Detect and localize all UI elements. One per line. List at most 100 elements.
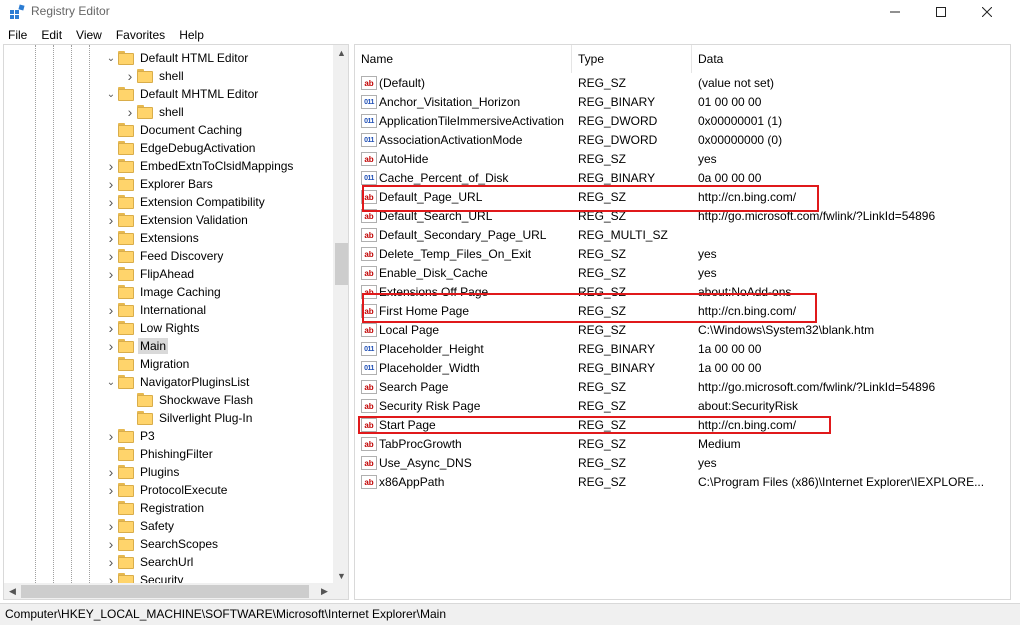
list-row[interactable]: ab Enable_Disk_Cache REG_SZ yes	[355, 263, 1010, 282]
tree-node-label: shell	[159, 69, 184, 83]
status-path: Computer\HKEY_LOCAL_MACHINE\SOFTWARE\Mic…	[5, 607, 447, 621]
list-row[interactable]: ab Search Page REG_SZ http://go.microsoft.c…	[355, 377, 1010, 396]
scroll-thumb[interactable]	[335, 243, 348, 285]
tree-node[interactable]: ⌄ Default HTML Editor	[104, 49, 250, 67]
scroll-right-icon[interactable]: ▶	[316, 583, 333, 599]
value-name: Placeholder_Height	[379, 341, 484, 356]
list-row[interactable]: ab Security Risk Page REG_SZ about:Security…	[355, 396, 1010, 415]
tree-node[interactable]: › Explorer Bars	[104, 175, 215, 193]
tree-node[interactable]: › shell	[123, 67, 186, 85]
scroll-thumb[interactable]	[21, 585, 309, 598]
tree-node[interactable]: › Low Rights	[104, 319, 201, 337]
tree-node[interactable]: Shockwave Flash	[123, 391, 255, 409]
tree-node[interactable]: › Extension Compatibility	[104, 193, 267, 211]
key-tree-pane[interactable]: ⌄ Default HTML Editor › shell ⌄ Default MHTML…	[3, 44, 349, 600]
tree-node[interactable]: Silverlight Plug-In	[123, 409, 254, 427]
chevron-right-icon[interactable]: ›	[104, 535, 118, 553]
tree-node[interactable]: ⌄ Default MHTML Editor	[104, 85, 260, 103]
chevron-down-icon[interactable]: ⌄	[104, 49, 118, 67]
value-data: yes	[698, 455, 717, 470]
chevron-right-icon[interactable]: ›	[104, 463, 118, 481]
values-list-pane[interactable]: Name Type Data ab (Default) REG_SZ (value n…	[354, 44, 1011, 600]
list-row[interactable]: ab Default_Secondary_Page_URL REG_MULTI_SZ	[355, 225, 1010, 244]
tree-node[interactable]: › Feed Discovery	[104, 247, 225, 265]
tree-vertical-scrollbar[interactable]: ▲ ▼	[333, 45, 348, 585]
chevron-right-icon[interactable]: ›	[104, 517, 118, 535]
tree-node[interactable]: › shell	[123, 103, 186, 121]
menu-file[interactable]: File	[0, 26, 34, 44]
chevron-right-icon[interactable]: ›	[104, 337, 118, 355]
tree-node[interactable]: › Extension Validation	[104, 211, 250, 229]
list-row[interactable]: 011 Anchor_Visitation_Horizon REG_BINARY 01…	[355, 92, 1010, 111]
tree-node[interactable]: › SearchUrl	[104, 553, 195, 571]
tree-node[interactable]: › Plugins	[104, 463, 181, 481]
list-row[interactable]: ab x86AppPath REG_SZ C:\Program Files (x86)…	[355, 472, 1010, 491]
minimize-button[interactable]	[872, 0, 918, 24]
list-row[interactable]: ab Delete_Temp_Files_On_Exit REG_SZ yes	[355, 244, 1010, 263]
list-row[interactable]: ab TabProcGrowth REG_SZ Medium	[355, 434, 1010, 453]
list-row[interactable]: 011 AssociationActivationMode REG_DWORD 0x0…	[355, 130, 1010, 149]
list-row[interactable]: ab (Default) REG_SZ (value not set)	[355, 73, 1010, 92]
chevron-right-icon[interactable]: ›	[104, 229, 118, 247]
list-row[interactable]: ab Use_Async_DNS REG_SZ yes	[355, 453, 1010, 472]
chevron-down-icon[interactable]: ⌄	[104, 85, 118, 103]
tree-node[interactable]: › SearchScopes	[104, 535, 220, 553]
value-data: about:SecurityRisk	[698, 398, 799, 413]
tree-horizontal-scrollbar[interactable]: ◀ ▶	[4, 583, 333, 599]
tree-node-label: Default MHTML Editor	[140, 87, 259, 101]
chevron-right-icon[interactable]: ›	[123, 103, 137, 121]
tree-node[interactable]: › Extensions	[104, 229, 201, 247]
tree-node[interactable]: ⌄ NavigatorPluginsList	[104, 373, 251, 391]
chevron-right-icon[interactable]: ›	[104, 553, 118, 571]
tree-node[interactable]: › P3	[104, 427, 157, 445]
chevron-down-icon[interactable]: ⌄	[104, 373, 118, 391]
chevron-right-icon[interactable]: ›	[104, 319, 118, 337]
tree-node[interactable]: EdgeDebugActivation	[104, 139, 257, 157]
tree-node[interactable]: › EmbedExtnToClsidMappings	[104, 157, 295, 175]
value-name-cell: ab Search Page	[355, 379, 578, 394]
list-row[interactable]: 011 Placeholder_Width REG_BINARY 1a 00 00 0…	[355, 358, 1010, 377]
chevron-right-icon[interactable]: ›	[104, 193, 118, 211]
scroll-left-icon[interactable]: ◀	[4, 583, 21, 599]
list-row[interactable]: 011 ApplicationTileImmersiveActivation REG…	[355, 111, 1010, 130]
value-name-cell: ab (Default)	[355, 75, 578, 90]
chevron-right-icon[interactable]: ›	[104, 427, 118, 445]
column-header-data[interactable]: Data	[692, 45, 1010, 73]
chevron-right-icon[interactable]: ›	[104, 481, 118, 499]
string-value-icon: ab	[361, 398, 377, 413]
chevron-right-icon[interactable]: ›	[104, 265, 118, 283]
tree-node-label: Shockwave Flash	[159, 393, 254, 407]
column-header-name[interactable]: Name	[355, 45, 572, 73]
chevron-right-icon[interactable]: ›	[104, 175, 118, 193]
close-button[interactable]	[964, 0, 1010, 24]
chevron-right-icon[interactable]: ›	[104, 301, 118, 319]
menu-help[interactable]: Help	[172, 26, 211, 44]
menu-edit[interactable]: Edit	[34, 26, 69, 44]
binary-value-icon: 011	[361, 360, 377, 375]
chevron-right-icon[interactable]: ›	[104, 247, 118, 265]
chevron-right-icon[interactable]: ›	[123, 67, 137, 85]
maximize-button[interactable]	[918, 0, 964, 24]
tree-node[interactable]: PhishingFilter	[104, 445, 215, 463]
tree-node[interactable]: › Main	[104, 337, 169, 355]
menu-view[interactable]: View	[69, 26, 109, 44]
column-header-type[interactable]: Type	[572, 45, 692, 73]
tree-node[interactable]: › FlipAhead	[104, 265, 196, 283]
tree-node[interactable]: › Safety	[104, 517, 176, 535]
scroll-up-icon[interactable]: ▲	[333, 45, 348, 62]
menu-favorites[interactable]: Favorites	[109, 26, 172, 44]
chevron-right-icon[interactable]: ›	[104, 211, 118, 229]
tree-node[interactable]: Migration	[104, 355, 191, 373]
list-row[interactable]: ab AutoHide REG_SZ yes	[355, 149, 1010, 168]
tree-node[interactable]: › International	[104, 301, 208, 319]
folder-icon	[118, 231, 134, 245]
tree-node[interactable]: › ProtocolExecute	[104, 481, 229, 499]
tree-node[interactable]: Registration	[104, 499, 206, 517]
tree-node[interactable]: Image Caching	[104, 283, 223, 301]
list-row[interactable]: 011 Placeholder_Height REG_BINARY 1a 00 00 …	[355, 339, 1010, 358]
tree-node-label: Extensions	[140, 231, 199, 245]
value-name-cell: ab Enable_Disk_Cache	[355, 265, 578, 280]
chevron-right-icon[interactable]: ›	[104, 157, 118, 175]
tree-node[interactable]: Document Caching	[104, 121, 244, 139]
